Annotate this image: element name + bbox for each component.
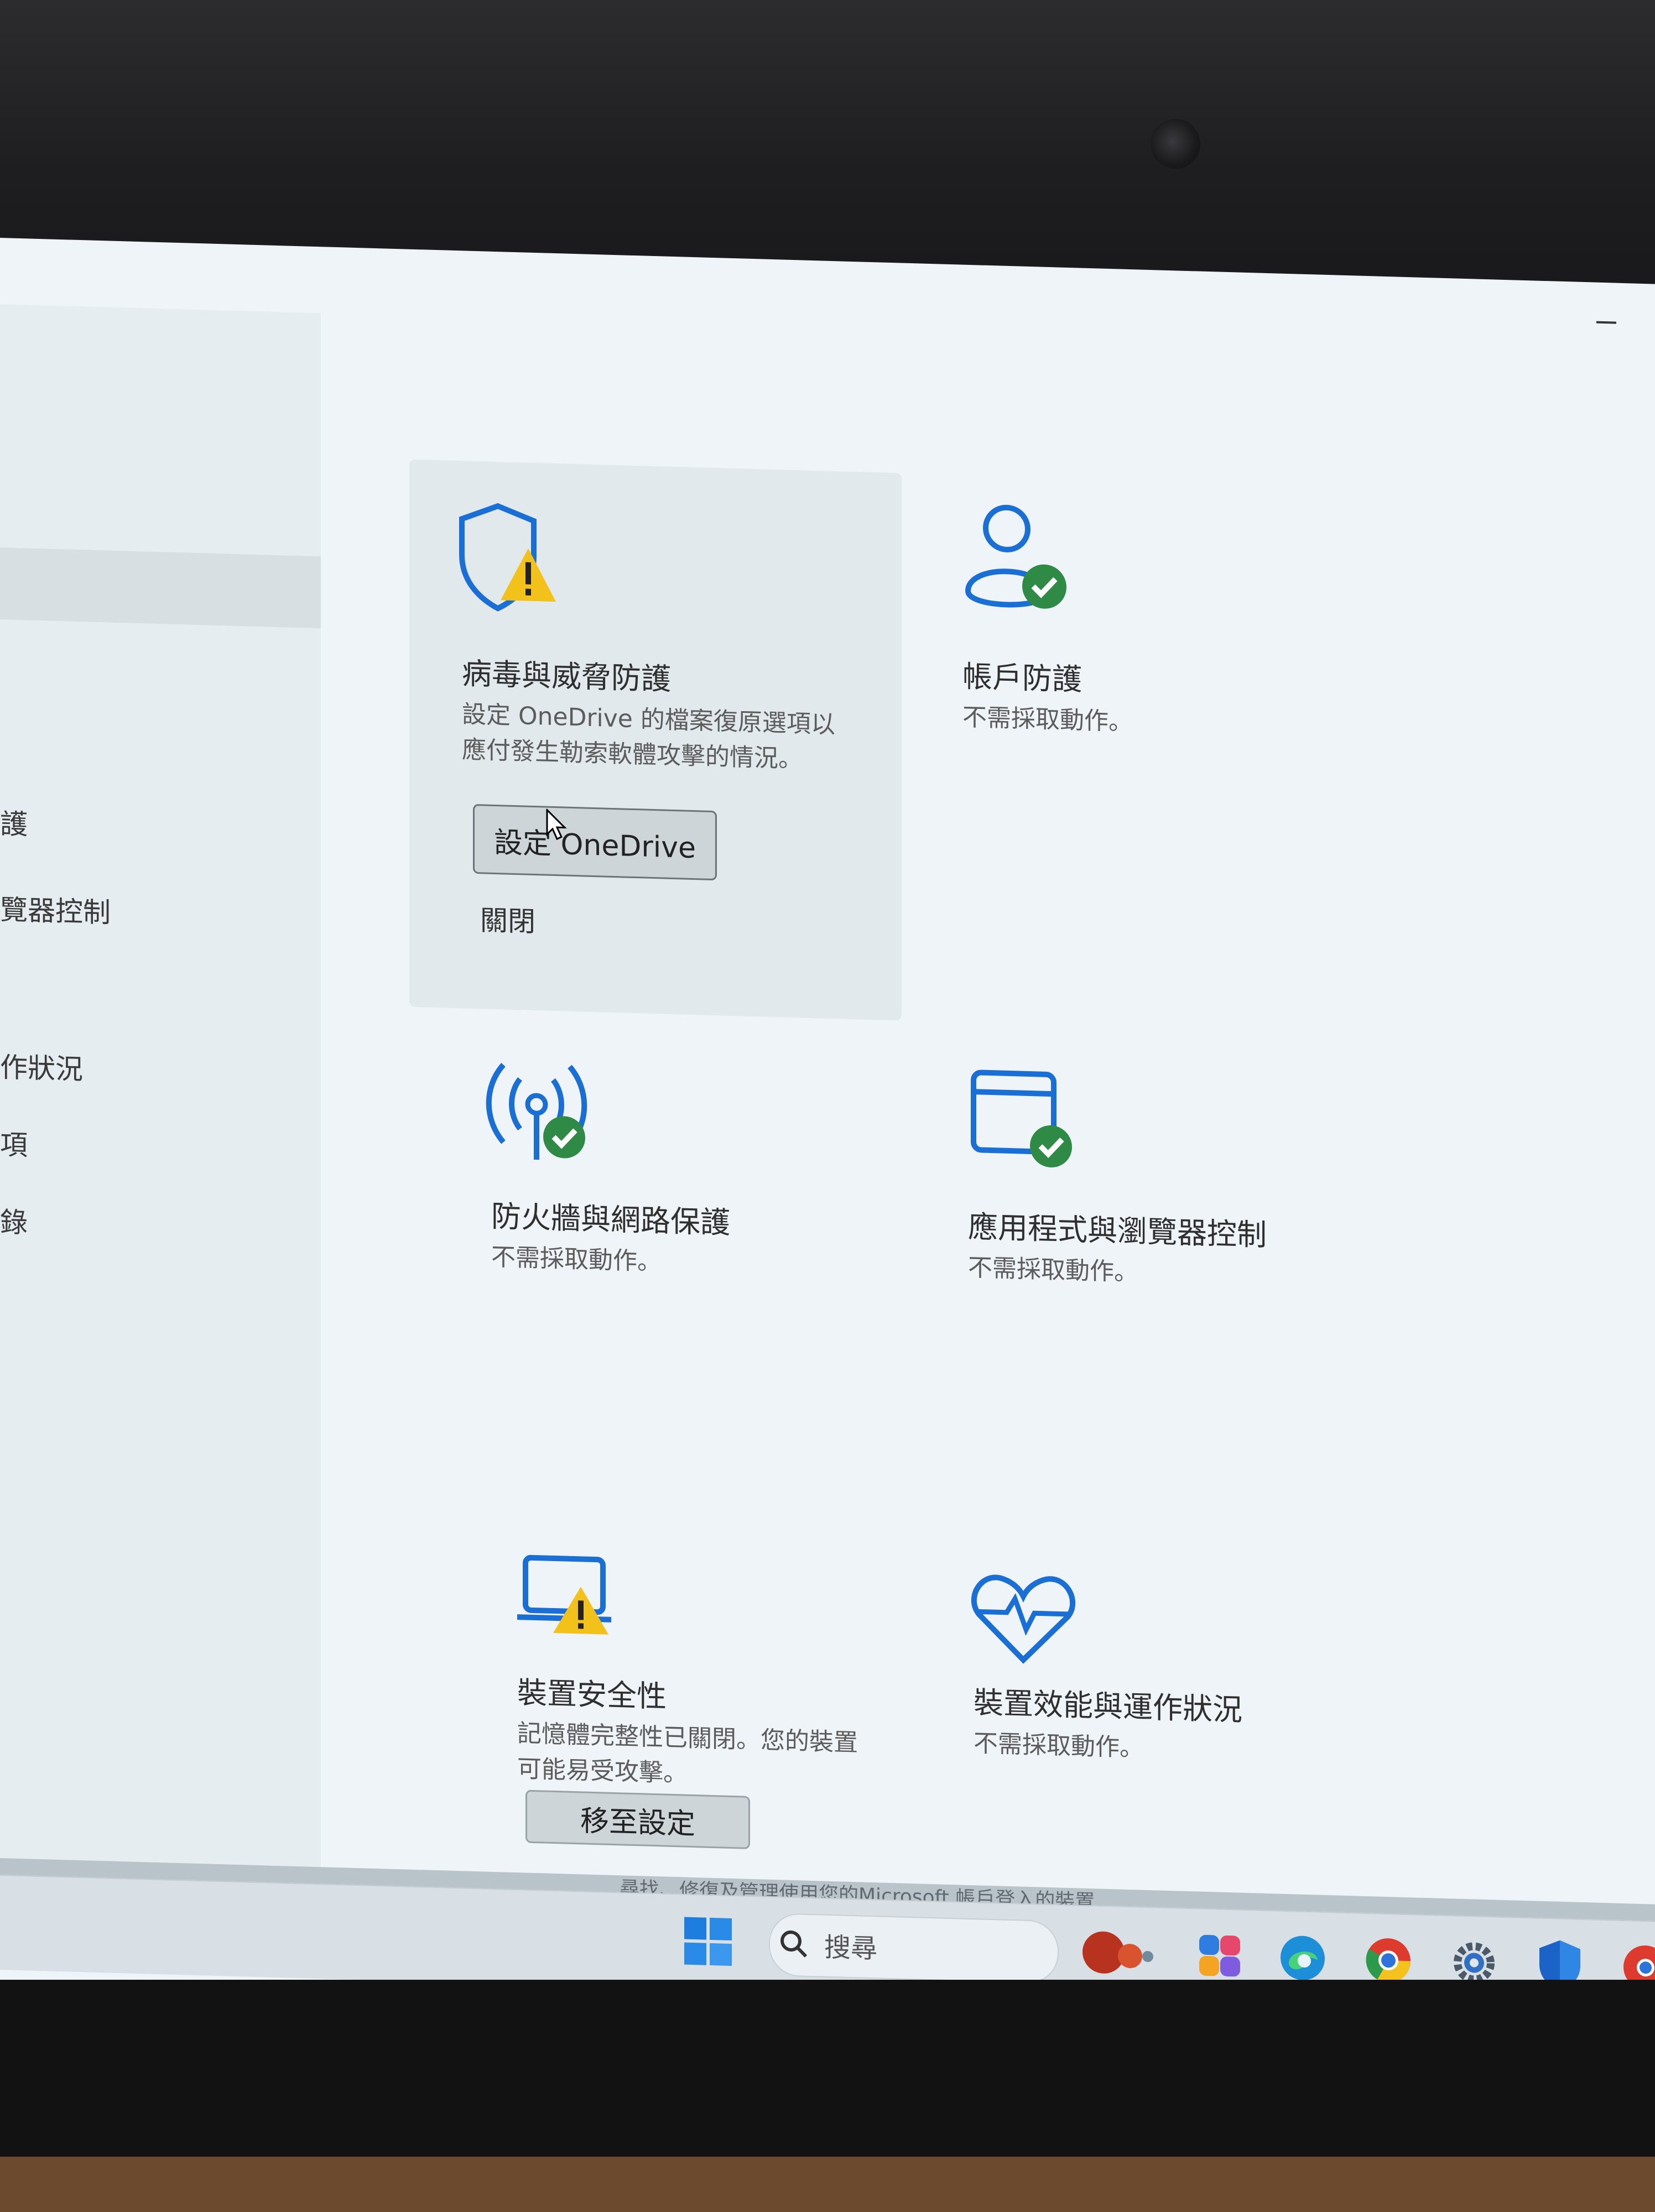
minimize-button[interactable]: [1596, 321, 1616, 324]
copilot-icon[interactable]: [1195, 1930, 1245, 1981]
sidebar-item-device-health[interactable]: 作狀況: [0, 1045, 83, 1087]
search-icon: [780, 1930, 808, 1958]
device-health-tile-title: 裝置效能與運作狀況: [974, 1685, 1242, 1728]
setup-onedrive-button[interactable]: 設定 OneDrive: [473, 804, 717, 881]
device-health-tile-desc: 不需採取動作。: [974, 1729, 1144, 1762]
account-tile[interactable]: 帳戶防護 不需採取動作。: [962, 652, 1133, 740]
sidebar-item-family[interactable]: 項: [0, 1123, 28, 1163]
app-browser-window-icon: [971, 1070, 1072, 1168]
device-security-tile[interactable]: 裝置安全性 記憶體完整性已關閉。您的裝置 可能易受攻擊。: [517, 1668, 858, 1796]
windows-security-window: 護 覽器控制 作狀況 項 錄 病毒與威脅防護 設定 OneDrive 的檔案復原…: [0, 238, 1655, 2032]
taskbar-search-input[interactable]: [769, 1912, 1059, 1984]
sidebar: [0, 304, 321, 1917]
windows-start-icon[interactable]: [683, 1916, 733, 1967]
account-tile-desc: 不需採取動作。: [962, 703, 1133, 737]
webcam-icon: [1151, 119, 1200, 169]
firewall-tile-desc: 不需採取動作。: [491, 1243, 662, 1276]
dismiss-link[interactable]: 關閉: [480, 898, 535, 940]
firewall-tile-title: 防火牆與網路保護: [491, 1198, 730, 1240]
app-browser-tile[interactable]: 應用程式與瀏覽器控制 不需採取動作。: [968, 1202, 1267, 1294]
account-check-icon: [965, 504, 1066, 609]
device-security-tile-desc: 記憶體完整性已關閉。您的裝置 可能易受攻擊。: [517, 1719, 858, 1788]
sidebar-item-history[interactable]: 錄: [0, 1200, 28, 1240]
virus-tile[interactable]: 病毒與威脅防護 設定 OneDrive 的檔案復原選項以 應付發生勒索軟體攻擊的…: [462, 649, 835, 778]
shield-warning-icon: [459, 503, 556, 612]
firewall-antenna-icon: [486, 1063, 587, 1160]
app-browser-tile-desc: 不需採取動作。: [968, 1253, 1138, 1287]
device-health-tile[interactable]: 裝置效能與運作狀況 不需採取動作。: [974, 1678, 1242, 1769]
go-to-settings-button[interactable]: 移至設定: [525, 1790, 750, 1849]
taskbar-search-placeholder: 搜尋: [824, 1932, 878, 1965]
desk-surface: [0, 2157, 1655, 2212]
device-security-tile-title: 裝置安全性: [517, 1675, 667, 1714]
account-tile-title: 帳戶防護: [962, 659, 1082, 697]
mouse-cursor-icon: [546, 808, 567, 841]
sidebar-selected-item[interactable]: [0, 547, 321, 629]
chrome-icon[interactable]: [1363, 1935, 1413, 1986]
device-security-warning-icon: [517, 1554, 611, 1635]
firewall-tile[interactable]: 防火牆與網路保護 不需採取動作。: [491, 1192, 730, 1282]
news-widget-icon[interactable]: [1081, 1927, 1164, 1979]
virus-tile-desc: 設定 OneDrive 的檔案復原選項以 應付發生勒索軟體攻擊的情況。: [462, 700, 835, 774]
sidebar-item-app-browser[interactable]: 覽器控制: [0, 888, 111, 931]
app-browser-tile-title: 應用程式與瀏覽器控制: [968, 1209, 1267, 1253]
heart-pulse-icon: [971, 1574, 1076, 1664]
sidebar-item-virus-protection[interactable]: 護: [0, 802, 28, 842]
edge-icon[interactable]: [1278, 1933, 1328, 1984]
